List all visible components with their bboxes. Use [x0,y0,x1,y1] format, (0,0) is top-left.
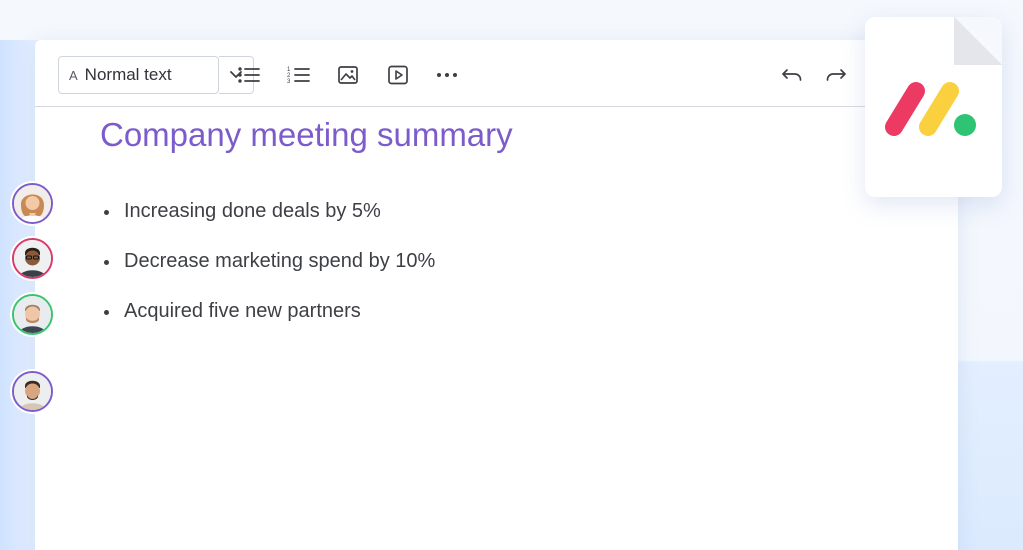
bulleted-list-button[interactable] [236,63,262,87]
image-icon [338,66,358,84]
text-style-icon: A [69,67,78,83]
text-style-label: Normal text [84,65,172,84]
editor-toolbar: A Normal text 1 2 3 [35,40,958,107]
undo-icon [782,69,802,81]
monday-logo-icon [885,82,976,136]
bullet-dot [104,310,109,315]
bullet-dot [104,260,109,265]
more-icon [437,73,457,77]
insert-video-button[interactable] [385,63,411,87]
bullet-dot [104,210,109,215]
redo-button[interactable] [823,63,849,87]
person-avatar-icon [14,296,51,333]
bulleted-list-icon [238,67,260,83]
collaborator-avatar[interactable] [10,369,55,414]
numbered-list-icon: 1 2 3 [287,67,310,85]
bullet-item[interactable]: Increasing done deals by 5% [102,200,435,250]
collaborator-avatar[interactable] [10,292,55,337]
svg-text:3: 3 [287,79,291,85]
document-editor: A Normal text 1 2 3 Company meeting summ… [35,40,958,550]
more-options-button[interactable] [434,63,460,87]
numbered-list-button[interactable]: 1 2 3 [286,63,312,87]
bullet-text: Decrease marketing spend by 10% [124,250,436,272]
video-icon [388,65,408,85]
bullet-item[interactable]: Decrease marketing spend by 10% [102,250,435,300]
bullet-item[interactable]: Acquired five new partners [102,300,435,350]
bullet-text: Acquired five new partners [124,300,361,322]
collaborator-avatar[interactable] [10,181,55,226]
person-avatar-icon [14,185,51,222]
redo-icon [826,69,846,81]
document-title[interactable]: Company meeting summary [100,116,513,154]
bullet-list: Increasing done deals by 5% Decrease mar… [102,200,435,350]
person-avatar-icon [14,240,51,277]
person-avatar-icon [14,373,51,410]
text-style-select[interactable]: A Normal text [58,56,219,94]
undo-button[interactable] [779,63,805,87]
insert-image-button[interactable] [335,63,361,87]
file-fold-corner [954,17,1002,65]
bullet-text: Increasing done deals by 5% [124,200,381,222]
monday-file-card [865,17,1002,197]
collaborator-avatar[interactable] [10,236,55,281]
